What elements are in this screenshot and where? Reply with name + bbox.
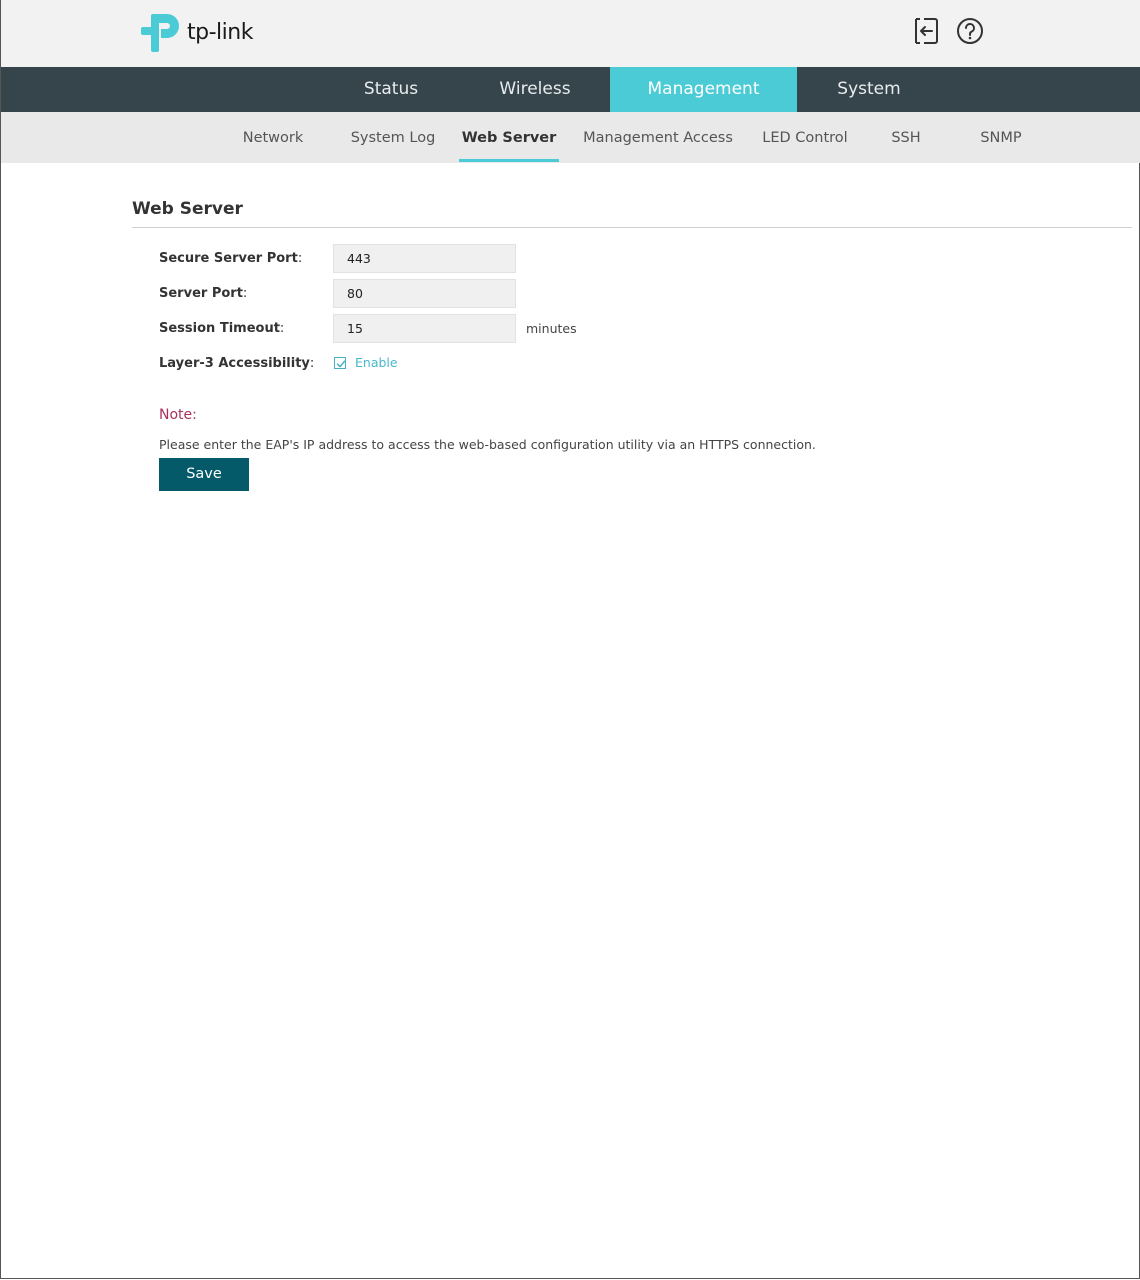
layer3-enable-label[interactable]: Enable xyxy=(355,355,398,370)
page-frame xyxy=(0,0,1140,1279)
title-divider xyxy=(132,227,1132,228)
note-title: Note: xyxy=(159,407,197,423)
save-button[interactable]: Save xyxy=(159,458,249,491)
subtab-network[interactable]: Network xyxy=(231,112,315,163)
subtab-management-access[interactable]: Management Access xyxy=(581,112,735,163)
session-timeout-label-text: Session Timeout xyxy=(159,321,280,336)
subtab-web-server[interactable]: Web Server xyxy=(459,112,559,163)
tp-link-logo-icon xyxy=(141,14,179,52)
main-nav: Status Wireless Management System xyxy=(1,67,1140,112)
tab-management[interactable]: Management xyxy=(610,67,797,112)
server-port-label: Server Port: xyxy=(159,286,247,301)
note-text: Please enter the EAP's IP address to acc… xyxy=(159,437,816,452)
header-bar: tp-link xyxy=(1,0,1140,67)
subtab-ssh[interactable]: SSH xyxy=(881,112,931,163)
layer3-accessibility-label-text: Layer-3 Accessibility xyxy=(159,356,310,371)
brand-name: tp-link xyxy=(187,19,253,45)
label-colon: : xyxy=(309,356,315,371)
tab-wireless[interactable]: Wireless xyxy=(473,67,597,112)
layer3-enable-checkbox[interactable] xyxy=(334,357,346,369)
subtab-led-control[interactable]: LED Control xyxy=(757,112,853,163)
tp-link-logo[interactable]: tp-link xyxy=(139,10,253,52)
tab-system[interactable]: System xyxy=(807,67,931,112)
sub-nav: Network System Log Web Server Management… xyxy=(1,112,1140,163)
layer3-accessibility-label: Layer-3 Accessibility: xyxy=(159,356,314,371)
session-timeout-label: Session Timeout: xyxy=(159,321,284,336)
active-subtab-indicator xyxy=(459,159,559,162)
label-colon: : xyxy=(242,286,248,301)
label-colon: : xyxy=(279,321,285,336)
secure-server-port-label-text: Secure Server Port xyxy=(159,251,298,266)
session-timeout-unit: minutes xyxy=(526,321,577,336)
tab-status[interactable]: Status xyxy=(329,67,453,112)
subtab-snmp[interactable]: SNMP xyxy=(971,112,1031,163)
secure-server-port-label: Secure Server Port: xyxy=(159,251,302,266)
server-port-input[interactable]: 80 xyxy=(333,279,516,308)
checkmark-icon xyxy=(336,360,346,368)
help-icon[interactable] xyxy=(956,16,984,46)
logout-icon[interactable] xyxy=(913,16,941,46)
page-title: Web Server xyxy=(132,199,243,219)
server-port-label-text: Server Port xyxy=(159,286,243,301)
session-timeout-input[interactable]: 15 xyxy=(333,314,516,343)
secure-server-port-input[interactable]: 443 xyxy=(333,244,516,273)
subtab-system-log[interactable]: System Log xyxy=(343,112,443,163)
label-colon: : xyxy=(297,251,303,266)
